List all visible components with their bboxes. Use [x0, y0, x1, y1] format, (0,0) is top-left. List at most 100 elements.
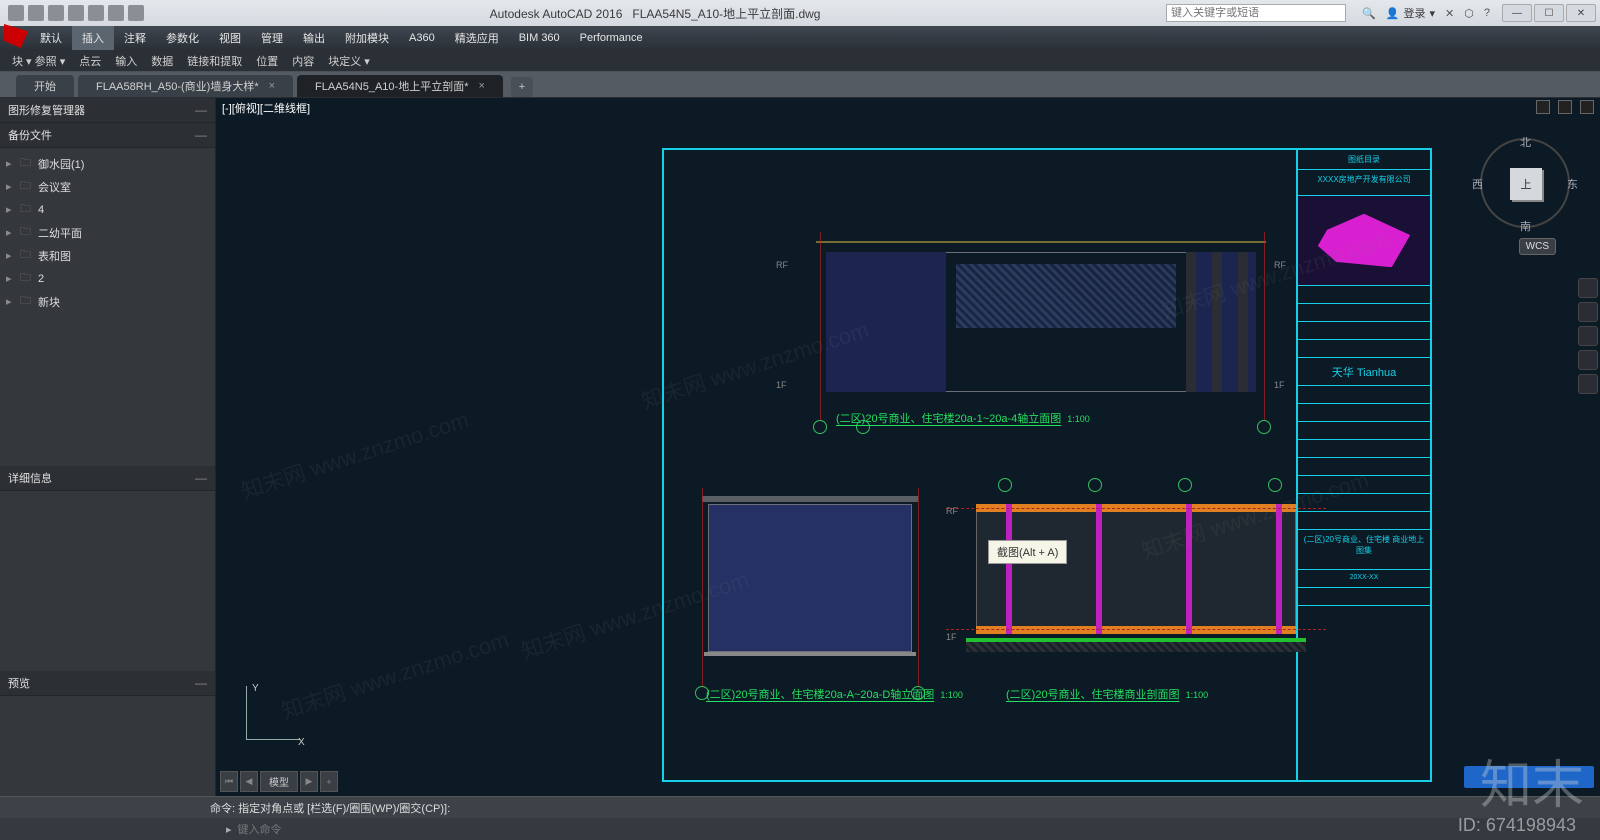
qat-save-icon[interactable] [48, 5, 64, 21]
collapse-icon[interactable]: — [195, 103, 207, 117]
doc-tab-start[interactable]: 开始 [16, 75, 74, 97]
app-logo-icon[interactable] [4, 24, 28, 48]
nav-showmotion-icon[interactable] [1578, 374, 1598, 394]
tb-brand: 天华 Tianhua [1298, 358, 1430, 386]
grid-bubble-icon [813, 420, 827, 434]
signin-button[interactable]: 👤 登录 ▾ [1386, 5, 1435, 21]
layout-nav-prev-icon[interactable]: ◀ [240, 771, 258, 792]
qat-redo-icon[interactable] [128, 5, 144, 21]
tree-item[interactable]: ▸🗀表和图 [6, 244, 209, 267]
viewport-close-icon[interactable] [1580, 100, 1594, 114]
search-icon[interactable]: 🔍 [1362, 7, 1376, 20]
work-area: 图形修复管理器— 备份文件— ▸🗀御水园(1) ▸🗀会议室 ▸🗀4 ▸🗀二幼平面… [0, 98, 1600, 796]
ribbon-panel-content[interactable]: 内容 [292, 53, 314, 69]
drawing-canvas[interactable]: [-][俯视][二维线框] 图纸目录 XXXX房地产开发有限公司 天华 Tian… [216, 98, 1600, 796]
expand-icon[interactable]: ▸ [6, 157, 16, 170]
panel-header-recovery[interactable]: 图形修复管理器— [0, 98, 215, 123]
tree-item[interactable]: ▸🗀4 [6, 198, 209, 221]
tree-item[interactable]: ▸🗀新块 [6, 290, 209, 313]
drawing-caption-2: (二区)20号商业、住宅楼20a-A~20a-D轴立面图1:100 [706, 686, 963, 702]
ribbon-tab-annotate[interactable]: 注释 [114, 26, 156, 50]
doc-tab-1[interactable]: FLAA58RH_A50-(商业)墙身大样*× [78, 75, 293, 97]
tb-cell [1298, 494, 1430, 512]
nav-wheel-icon[interactable] [1578, 278, 1598, 298]
collapse-icon[interactable]: — [195, 128, 207, 142]
ribbon-tab-performance[interactable]: Performance [570, 26, 653, 50]
help-search-input[interactable] [1166, 4, 1346, 22]
ribbon-tab-parametric[interactable]: 参数化 [156, 26, 209, 50]
viewport-maximize-icon[interactable] [1558, 100, 1572, 114]
tb-cell [1298, 422, 1430, 440]
viewcube-west[interactable]: 西 [1472, 176, 1483, 192]
layout-nav-first-icon[interactable]: ⏮ [220, 771, 238, 792]
qat-saveas-icon[interactable] [68, 5, 84, 21]
panel-header-detail[interactable]: 详细信息— [0, 466, 215, 491]
viewcube-east[interactable]: 东 [1567, 176, 1578, 192]
close-icon[interactable]: × [269, 80, 275, 92]
ribbon-panel-import[interactable]: 输入 [115, 53, 137, 69]
tree-item[interactable]: ▸🗀二幼平面 [6, 221, 209, 244]
folder-icon: 🗀 [20, 246, 34, 265]
ribbon-panel-location[interactable]: 位置 [256, 53, 278, 69]
layout-add-button[interactable]: + [320, 771, 338, 792]
qat-undo-icon[interactable] [108, 5, 124, 21]
expand-icon[interactable]: ▸ [6, 203, 16, 216]
ribbon-panel-pointcloud[interactable]: 点云 [79, 53, 101, 69]
ribbon-tab-insert[interactable]: 插入 [72, 26, 114, 50]
wcs-badge[interactable]: WCS [1519, 238, 1556, 255]
tree-item[interactable]: ▸🗀2 [6, 267, 209, 290]
collapse-icon[interactable]: — [195, 471, 207, 485]
panel-header-preview[interactable]: 预览— [0, 671, 215, 696]
window-close-button[interactable]: ✕ [1566, 4, 1596, 22]
layout-nav-next-icon[interactable]: ▶ [300, 771, 318, 792]
add-tab-button[interactable]: + [511, 77, 533, 97]
viewport-minimize-icon[interactable] [1536, 100, 1550, 114]
ribbon-tab-output[interactable]: 输出 [293, 26, 335, 50]
nav-zoom-icon[interactable] [1578, 326, 1598, 346]
nav-orbit-icon[interactable] [1578, 350, 1598, 370]
ribbon-panel-data[interactable]: 数据 [151, 53, 173, 69]
window-maximize-button[interactable]: ☐ [1534, 4, 1564, 22]
tree-item[interactable]: ▸🗀会议室 [6, 175, 209, 198]
stayconnected-icon[interactable]: ⬡ [1464, 7, 1474, 20]
ribbon-panel-block[interactable]: 块 ▾ 参照 ▾ [12, 53, 65, 69]
command-prompt-arrow-icon: ▸ [226, 823, 232, 836]
ribbon-tab-featured[interactable]: 精选应用 [445, 26, 509, 50]
qat-open-icon[interactable] [28, 5, 44, 21]
ribbon-tab-view[interactable]: 视图 [209, 26, 251, 50]
ribbon-tab-manage[interactable]: 管理 [251, 26, 293, 50]
viewcube-south[interactable]: 南 [1520, 218, 1531, 234]
command-input-line[interactable]: ▸ 键入命令 [0, 818, 1600, 840]
expand-icon[interactable]: ▸ [6, 272, 16, 285]
expand-icon[interactable]: ▸ [6, 226, 16, 239]
tree-item[interactable]: ▸🗀御水园(1) [6, 152, 209, 175]
close-icon[interactable]: × [478, 80, 484, 92]
exchange-icon[interactable]: ✕ [1445, 7, 1454, 20]
viewcube-north[interactable]: 北 [1520, 134, 1531, 150]
quick-access-toolbar [8, 5, 144, 21]
ribbon-tab-addins[interactable]: 附加模块 [335, 26, 399, 50]
ribbon-panel-blockdef[interactable]: 块定义 ▾ [328, 53, 370, 69]
qat-new-icon[interactable] [8, 5, 24, 21]
expand-icon[interactable]: ▸ [6, 249, 16, 262]
expand-icon[interactable]: ▸ [6, 180, 16, 193]
nav-pan-icon[interactable] [1578, 302, 1598, 322]
ribbon-tab-default[interactable]: 默认 [30, 26, 72, 50]
panel-header-backup[interactable]: 备份文件— [0, 123, 215, 148]
collapse-icon[interactable]: — [195, 676, 207, 690]
doc-tab-2[interactable]: FLAA54N5_A10-地上平立剖面*× [297, 75, 503, 97]
ribbon-panel-linking[interactable]: 链接和提取 [187, 53, 242, 69]
window-minimize-button[interactable]: — [1502, 4, 1532, 22]
qat-plot-icon[interactable] [88, 5, 104, 21]
layout-tab-model[interactable]: 模型 [260, 771, 298, 792]
viewcube-face[interactable]: 上 [1510, 168, 1542, 200]
level-label: 1F [946, 632, 957, 642]
ribbon-tab-bim360[interactable]: BIM 360 [509, 26, 570, 50]
viewport-label[interactable]: [-][俯视][二维线框] [222, 100, 310, 116]
expand-icon[interactable]: ▸ [6, 295, 16, 308]
ribbon-tab-a360[interactable]: A360 [399, 26, 445, 50]
view-cube[interactable]: 上 北 南 西 东 [1480, 138, 1570, 228]
folder-icon: 🗀 [20, 292, 34, 311]
overlay-button[interactable] [1464, 766, 1594, 788]
help-icon[interactable]: ? [1484, 7, 1490, 19]
